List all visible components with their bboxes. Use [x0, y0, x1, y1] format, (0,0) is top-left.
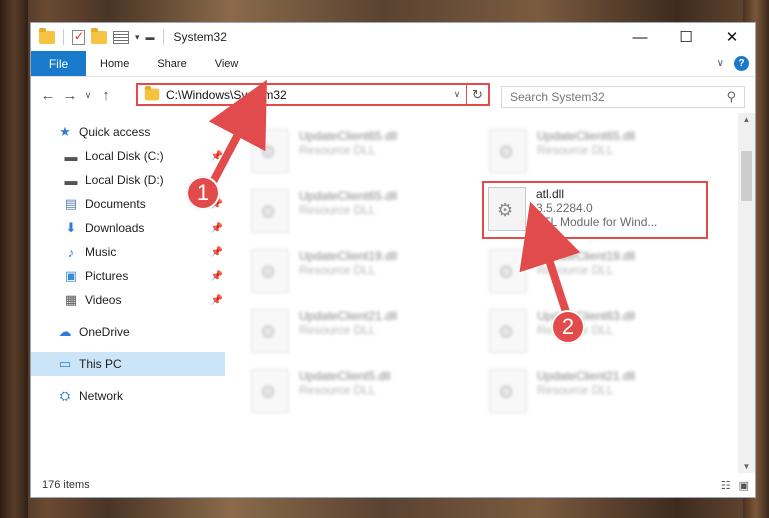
arrow-to-atl-dll — [519, 201, 581, 316]
callout-number-2: 2 — [551, 310, 585, 344]
callout-number-1: 1 — [186, 176, 220, 210]
annotation-arrows — [208, 79, 581, 316]
arrow-to-address-bar — [208, 79, 267, 184]
